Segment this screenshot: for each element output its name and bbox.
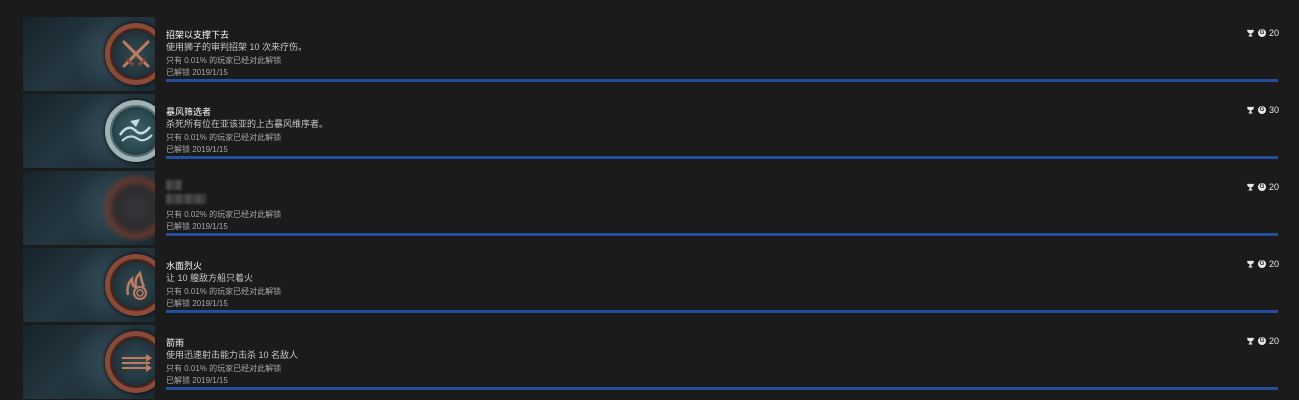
achievement-rarity: 只有 0.02% 的玩家已经对此解锁 [166, 210, 282, 219]
trophy-icon [1246, 260, 1255, 268]
achievement-progress-bar [166, 387, 1278, 390]
gamerscore-reward: G 20 [1246, 182, 1279, 192]
achievement-description: 使用迅速射击能力击杀 10 名敌人 [166, 350, 299, 360]
achievement-unlock-date: 已解锁 2019/1/15 [166, 222, 228, 231]
achievement-row[interactable]: 箭雨 使用迅速射击能力击杀 10 名敌人 只有 0.01% 的玩家已经对此解锁 … [0, 325, 1299, 400]
gamerscore-reward: G 20 [1246, 336, 1279, 346]
gamerscore-reward: G 30 [1246, 105, 1279, 115]
achievement-rarity: 只有 0.01% 的玩家已经对此解锁 [166, 364, 282, 373]
hidden-description-placeholder [166, 194, 206, 204]
achievement-row[interactable]: 暴风筛选者 杀死所有位在亚该亚的上古暴风维序者。 只有 0.01% 的玩家已经对… [0, 94, 1299, 170]
trophy-icon [1246, 183, 1255, 191]
achievement-row[interactable]: 水面烈火 让 10 艘敌方船只着火 只有 0.01% 的玩家已经对此解锁 已解锁… [0, 248, 1299, 324]
gamerscore-icon: G [1257, 260, 1266, 268]
gamerscore-icon: G [1257, 183, 1266, 191]
achievement-progress-bar [166, 79, 1278, 82]
achievement-progress-bar [166, 156, 1278, 159]
gamerscore-value: 20 [1268, 259, 1279, 269]
achievement-unlock-date: 已解锁 2019/1/15 [166, 145, 228, 154]
achievement-description: 杀死所有位在亚该亚的上古暴风维序者。 [166, 119, 329, 129]
storm-waves-icon [105, 100, 155, 162]
trophy-icon [1246, 29, 1255, 37]
achievement-progress-bar [166, 233, 1278, 236]
achievement-row[interactable]: 只有 0.02% 的玩家已经对此解锁 已解锁 2019/1/15 G 20 [0, 171, 1299, 247]
achievement-unlock-date: 已解锁 2019/1/15 [166, 68, 228, 77]
hidden-title-placeholder [166, 180, 182, 190]
gamerscore-reward: G 20 [1246, 28, 1279, 38]
achievement-description: 使用狮子的审判招架 10 次来疗伤。 [166, 42, 308, 52]
gamerscore-value: 20 [1268, 182, 1279, 192]
achievement-thumbnail [23, 94, 155, 168]
achievement-progress-bar [166, 310, 1278, 313]
achievement-thumbnail [23, 325, 155, 399]
achievement-rarity: 只有 0.01% 的玩家已经对此解锁 [166, 133, 282, 142]
burning-ship-icon [105, 254, 155, 316]
trophy-icon [1246, 106, 1255, 114]
gamerscore-value: 20 [1268, 336, 1279, 346]
gamerscore-value: 30 [1268, 105, 1279, 115]
gamerscore-icon: G [1257, 337, 1266, 345]
achievement-unlock-date: 已解锁 2019/1/15 [166, 299, 228, 308]
achievement-thumbnail [23, 17, 155, 91]
achievement-thumbnail [23, 171, 155, 245]
arrow-volley-icon [105, 331, 155, 393]
achievement-thumbnail [23, 248, 155, 322]
trophy-icon [1246, 337, 1255, 345]
gamerscore-value: 20 [1268, 28, 1279, 38]
gamerscore-icon: G [1257, 106, 1266, 114]
achievement-unlock-date: 已解锁 2019/1/15 [166, 376, 228, 385]
achievement-list: 招架以支撑下去 使用狮子的审判招架 10 次来疗伤。 只有 0.01% 的玩家已… [0, 0, 1299, 400]
achievement-rarity: 只有 0.01% 的玩家已经对此解锁 [166, 56, 282, 65]
achievement-row[interactable]: 招架以支撑下去 使用狮子的审判招架 10 次来疗伤。 只有 0.01% 的玩家已… [0, 17, 1299, 93]
gamerscore-icon: G [1257, 29, 1266, 37]
achievement-rarity: 只有 0.01% 的玩家已经对此解锁 [166, 287, 282, 296]
achievement-description: 让 10 艘敌方船只着火 [166, 273, 254, 283]
gamerscore-reward: G 20 [1246, 259, 1279, 269]
crossed-swords-icon [105, 23, 155, 85]
